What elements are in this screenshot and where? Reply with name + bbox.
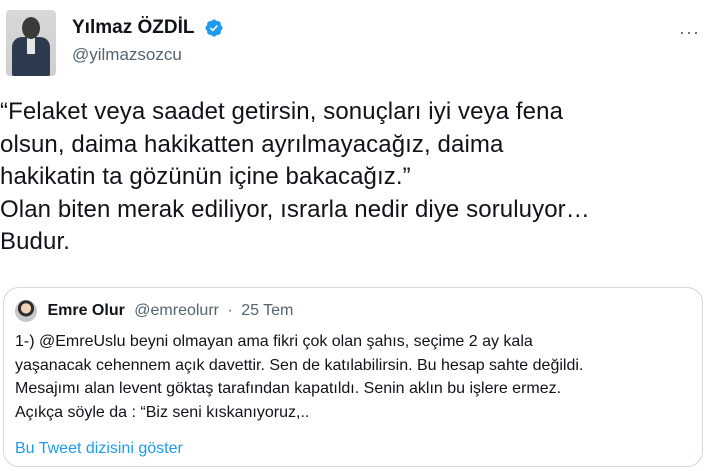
quoted-tweet-date: 25 Tem [241, 302, 294, 319]
tweet-text: “Felaket veya saadet getirsin, sonuçları… [0, 98, 590, 256]
quoted-tweet[interactable]: Emre Olur @emreolurr · 25 Tem 1-) @EmreU… [3, 287, 703, 467]
tweet-header: Yılmaz ÖZDİL @yilmazsozcu ··· [6, 10, 702, 80]
quoted-author-name: Emre Olur [47, 302, 125, 319]
separator-dot: · [227, 302, 233, 319]
author-name-block: Yılmaz ÖZDİL @yilmazsozcu [72, 17, 224, 65]
more-options-icon[interactable]: ··· [679, 22, 700, 43]
quoted-author-handle: @emreolurr [134, 302, 219, 319]
quoted-author-avatar [15, 300, 37, 322]
quoted-tweet-header: Emre Olur @emreolurr · 25 Tem [15, 300, 293, 324]
author-handle[interactable]: @yilmazsozcu [72, 45, 224, 65]
show-thread-link[interactable]: Bu Tweet dizisini göster [15, 440, 183, 458]
author-display-name[interactable]: Yılmaz ÖZDİL [72, 17, 194, 39]
quoted-tweet-text: 1-) @EmreUslu beyni olmayan ama fikri ço… [15, 333, 584, 421]
author-avatar[interactable] [6, 10, 56, 76]
verified-badge-icon [205, 19, 223, 37]
